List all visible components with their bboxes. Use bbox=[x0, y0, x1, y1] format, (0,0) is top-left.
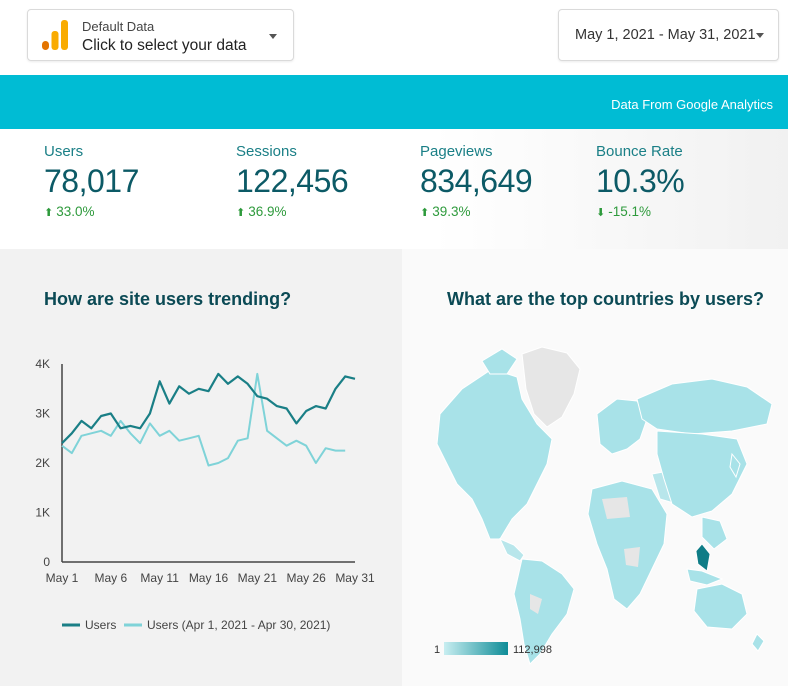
map-region-africa-gray bbox=[602, 497, 630, 519]
y-tick-label: 1K bbox=[35, 506, 50, 520]
banner-text: Data From Google Analytics bbox=[611, 97, 773, 112]
metric-change: ⬆ 39.3% bbox=[420, 204, 532, 219]
map-region-asia bbox=[656, 430, 748, 518]
map-region-philippines bbox=[695, 543, 711, 572]
metric-change: ⬆ 33.0% bbox=[44, 204, 139, 219]
metric-label: Bounce Rate bbox=[596, 143, 683, 160]
users-trend-chart[interactable]: 0 1K 2K 3K 4K May 1 May 6 May 11 May 16 May 21 May… bbox=[0, 249, 402, 686]
x-tick-label: May 11 bbox=[140, 571, 179, 585]
metric-change-value: 36.9% bbox=[248, 204, 287, 219]
date-range-selector[interactable]: May 1, 2021 - May 31, 2021 bbox=[558, 9, 779, 61]
metric-change: ⬇ -15.1% bbox=[596, 204, 684, 219]
map-region-arctic-islands bbox=[481, 348, 518, 375]
world-map[interactable]: 1 112,998 bbox=[402, 249, 788, 686]
chevron-down-icon bbox=[269, 34, 277, 39]
metric-value: 834,649 bbox=[420, 163, 533, 199]
map-region-central-america bbox=[498, 538, 525, 562]
metric-change-value: -15.1% bbox=[608, 204, 651, 219]
metric-label: Sessions bbox=[236, 143, 297, 160]
scorecard-users: Users 78,017 ⬆ 33.0% bbox=[44, 143, 139, 219]
chevron-down-icon bbox=[756, 33, 764, 38]
map-legend-min: 1 bbox=[434, 644, 440, 656]
y-tick-label: 0 bbox=[43, 555, 50, 569]
map-legend-max: 112,998 bbox=[513, 644, 552, 656]
map-region-indonesia bbox=[686, 568, 724, 586]
metric-change: ⬆ 36.9% bbox=[236, 204, 348, 219]
x-tick-label: May 26 bbox=[286, 571, 326, 585]
map-region-russia bbox=[636, 378, 773, 435]
google-analytics-logo-icon bbox=[42, 20, 68, 50]
data-source-value: Click to select your data bbox=[82, 37, 247, 54]
scorecard-sessions: Sessions 122,456 ⬆ 36.9% bbox=[236, 143, 349, 219]
metric-value: 10.3% bbox=[596, 163, 685, 199]
metric-label: Users bbox=[44, 143, 84, 160]
map-legend-gradient bbox=[444, 642, 508, 655]
arrow-up-icon: ⬆ bbox=[236, 207, 246, 219]
metric-value: 78,017 bbox=[44, 163, 139, 199]
x-tick-label: May 1 bbox=[46, 571, 79, 585]
x-tick-label: May 6 bbox=[94, 571, 127, 585]
legend-label: Users (Apr 1, 2021 - Apr 30, 2021) bbox=[147, 618, 330, 632]
map-region-africa-gray-2 bbox=[624, 547, 640, 567]
metric-value: 122,456 bbox=[236, 163, 349, 199]
y-tick-label: 4K bbox=[35, 357, 50, 371]
map-region-new-zealand bbox=[751, 633, 765, 652]
arrow-down-icon: ⬇ bbox=[596, 207, 606, 219]
map-region-africa bbox=[587, 480, 668, 610]
x-tick-label: May 31 bbox=[335, 571, 375, 585]
map-panel: What are the top countries by users? 1 1… bbox=[402, 249, 788, 686]
map-region-southeast-asia bbox=[701, 516, 728, 550]
scorecard-pageviews: Pageviews 834,649 ⬆ 39.3% bbox=[420, 143, 533, 219]
series-line-users-previous bbox=[61, 372, 346, 467]
metric-change-value: 33.0% bbox=[56, 204, 95, 219]
y-tick-label: 3K bbox=[35, 407, 50, 421]
metric-change-value: 39.3% bbox=[432, 204, 471, 219]
scorecard-row: Users 78,017 ⬆ 33.0% Sessions 122,456 ⬆ 36… bbox=[0, 129, 788, 249]
metric-label: Pageviews bbox=[420, 143, 493, 160]
trend-panel: How are site users trending? 0 1K 2K 3K 4K Ma… bbox=[0, 249, 402, 686]
data-source-label: Default Data bbox=[82, 19, 155, 34]
header-banner: Data From Google Analytics bbox=[0, 75, 788, 129]
scorecard-bounce-rate: Bounce Rate 10.3% ⬇ -15.1% bbox=[596, 143, 685, 219]
x-tick-label: May 21 bbox=[238, 571, 278, 585]
date-range-value: May 1, 2021 - May 31, 2021 bbox=[575, 27, 756, 43]
legend-label: Users bbox=[85, 618, 116, 632]
y-tick-label: 2K bbox=[35, 456, 50, 470]
map-region-australia bbox=[693, 583, 748, 630]
arrow-up-icon: ⬆ bbox=[420, 207, 430, 219]
x-tick-label: May 16 bbox=[189, 571, 229, 585]
arrow-up-icon: ⬆ bbox=[44, 207, 54, 219]
data-source-selector[interactable]: Default Data Click to select your data bbox=[27, 9, 294, 61]
